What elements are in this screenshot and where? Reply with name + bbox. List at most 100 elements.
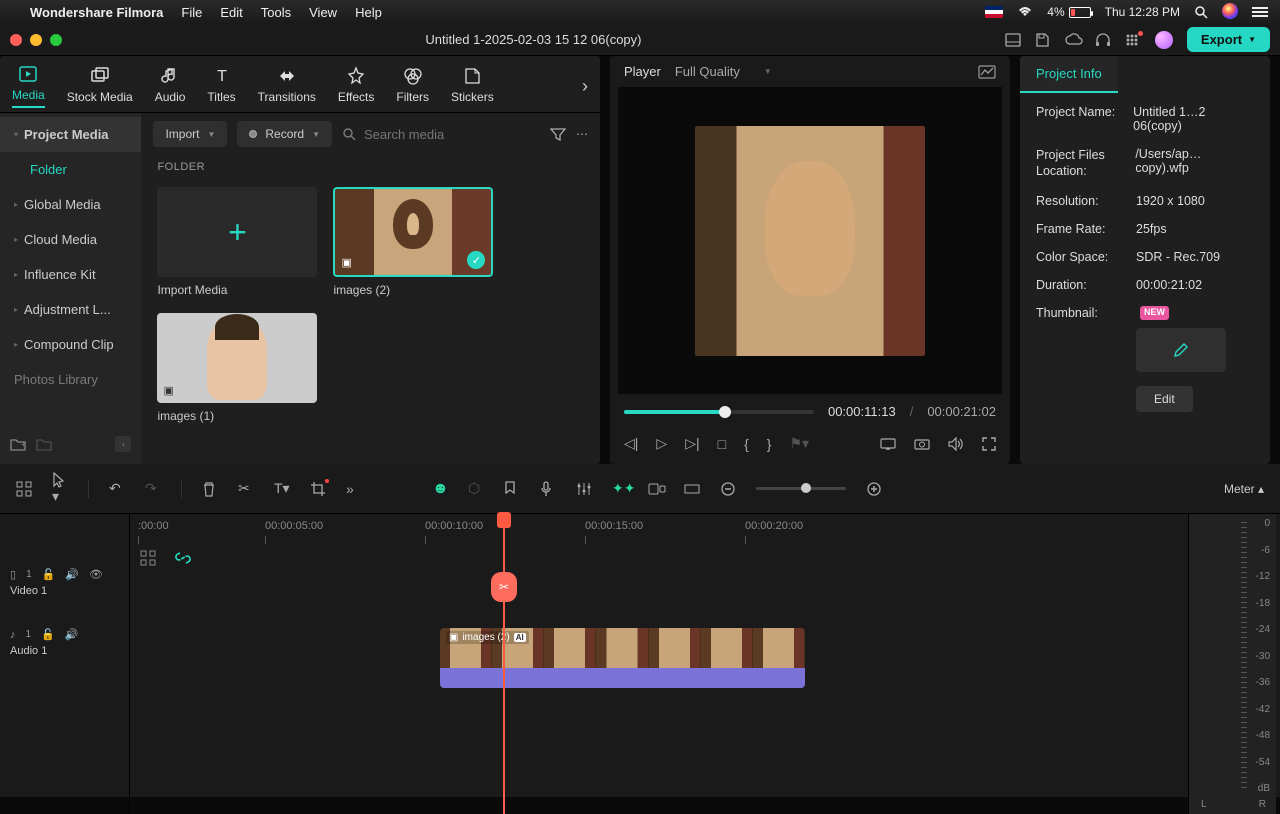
tab-titles[interactable]: TTitles — [207, 66, 235, 108]
menu-file[interactable]: File — [181, 5, 202, 20]
timeline-main[interactable]: :00:00 00:00:05:00 00:00:10:00 00:00:15:… — [130, 514, 1188, 814]
sidebar-photos-library[interactable]: Photos Library — [0, 362, 141, 397]
tab-stock-media[interactable]: Stock Media — [67, 66, 133, 108]
split-handle-icon[interactable]: ✂ — [491, 572, 517, 602]
mute-icon[interactable]: 🔊 — [65, 568, 79, 581]
clip-audio-lane[interactable] — [440, 668, 805, 688]
mark-out-button[interactable]: } — [767, 436, 772, 452]
media-item-images-2[interactable]: ▣ ✓ images (2) — [333, 187, 493, 297]
color-tool-icon[interactable]: ⬡ — [468, 480, 484, 497]
delete-button[interactable] — [202, 481, 218, 497]
text-tool-icon[interactable]: T▾ — [274, 480, 290, 497]
tab-project-info[interactable]: Project Info — [1020, 56, 1118, 93]
video-track-header[interactable]: ▯1 🔓 🔊 👁 Video 1 — [0, 564, 129, 624]
sidebar-compound-clip[interactable]: ▸Compound Clip — [0, 327, 141, 362]
sidebar-global-media[interactable]: ▸Global Media — [0, 187, 141, 222]
sidebar-influence-kit[interactable]: ▸Influence Kit — [0, 257, 141, 292]
apps-grid-icon[interactable] — [1125, 33, 1141, 47]
fullscreen-button[interactable] — [982, 437, 996, 451]
snapshot-button[interactable] — [914, 438, 930, 450]
import-media-tile[interactable]: + Import Media — [157, 187, 317, 297]
tab-effects[interactable]: Effects — [338, 66, 374, 108]
app-name[interactable]: Wondershare Filmora — [30, 5, 163, 20]
menu-help[interactable]: Help — [355, 5, 382, 20]
record-dropdown[interactable]: Record▼ — [237, 121, 332, 147]
zoom-out-button[interactable] — [720, 481, 736, 497]
aspect-ratio-icon[interactable] — [684, 484, 700, 494]
audio-mixer-icon[interactable] — [576, 482, 592, 496]
timeline-layout-icon[interactable] — [16, 481, 32, 497]
next-frame-button[interactable]: ▷| — [685, 435, 699, 452]
minimize-window-button[interactable] — [30, 34, 42, 46]
tab-stickers[interactable]: Stickers — [451, 66, 494, 108]
new-folder-icon[interactable]: + — [10, 437, 26, 451]
link-tracks-icon[interactable] — [174, 552, 192, 564]
tab-filters[interactable]: Filters — [396, 66, 429, 108]
export-button[interactable]: Export▼ — [1187, 27, 1270, 52]
redo-button[interactable]: ↷ — [145, 480, 161, 497]
playhead[interactable]: ✂ — [503, 514, 505, 814]
display-mode-button[interactable] — [880, 438, 896, 450]
import-dropdown[interactable]: Import▼ — [153, 121, 227, 147]
audio-track-header[interactable]: ♪1 🔓 🔊 Audio 1 — [0, 624, 129, 684]
spotlight-icon[interactable] — [1194, 5, 1208, 19]
crop-tool-icon[interactable] — [310, 481, 326, 497]
tab-transitions[interactable]: Transitions — [258, 66, 316, 108]
siri-icon[interactable] — [1222, 3, 1238, 22]
filter-icon[interactable] — [550, 127, 566, 141]
lock-icon[interactable]: 🔓 — [42, 568, 56, 581]
select-tool-icon[interactable]: ▾ — [52, 472, 68, 505]
analytics-icon[interactable] — [978, 65, 996, 79]
timeline-clip[interactable]: ▣images (2)AI — [440, 628, 805, 688]
zoom-slider[interactable] — [756, 487, 846, 490]
timeline-grid-icon[interactable] — [140, 550, 156, 566]
meter-toggle[interactable]: Meter ▴ — [1224, 482, 1264, 496]
undo-button[interactable]: ↶ — [109, 480, 125, 497]
mark-in-button[interactable]: { — [744, 436, 749, 452]
marker-tool-icon[interactable] — [504, 481, 520, 497]
quality-dropdown[interactable]: Full Quality▼ — [675, 64, 772, 79]
control-center-icon[interactable] — [1252, 6, 1268, 18]
thumbnail-edit-tile[interactable] — [1136, 328, 1226, 372]
timeline-ruler[interactable]: :00:00 00:00:05:00 00:00:10:00 00:00:15:… — [130, 514, 1188, 544]
clock[interactable]: Thu 12:28 PM — [1105, 5, 1180, 19]
split-button[interactable]: ✂ — [238, 480, 254, 497]
menu-tools[interactable]: Tools — [261, 5, 291, 20]
progress-bar[interactable] — [624, 410, 814, 414]
sidebar-project-media[interactable]: ▾Project Media — [0, 117, 141, 152]
menu-view[interactable]: View — [309, 5, 337, 20]
sidebar-adjustment-layer[interactable]: ▸Adjustment L... — [0, 292, 141, 327]
player-preview[interactable] — [618, 87, 1002, 394]
menu-edit[interactable]: Edit — [220, 5, 242, 20]
sidebar-folder[interactable]: Folder — [0, 152, 141, 187]
user-avatar[interactable] — [1155, 31, 1173, 49]
visibility-icon[interactable]: 👁 — [89, 568, 103, 581]
lock-icon[interactable]: 🔓 — [41, 628, 55, 641]
tab-media[interactable]: Media — [12, 64, 45, 108]
render-preview-icon[interactable] — [648, 483, 664, 495]
input-flag-icon[interactable] — [985, 6, 1003, 18]
save-icon[interactable] — [1035, 33, 1051, 47]
cloud-icon[interactable] — [1065, 33, 1081, 47]
tab-audio[interactable]: Audio — [155, 66, 186, 108]
zoom-in-button[interactable] — [866, 481, 882, 497]
edit-button[interactable]: Edit — [1136, 386, 1193, 412]
search-input[interactable] — [364, 127, 540, 142]
play-button[interactable]: ▷ — [656, 435, 667, 452]
ai-tool-icon[interactable]: ☻ — [432, 480, 448, 498]
folder-icon[interactable] — [36, 437, 52, 451]
close-window-button[interactable] — [10, 34, 22, 46]
collapse-sidebar-button[interactable]: ‹ — [115, 436, 131, 452]
sidebar-cloud-media[interactable]: ▸Cloud Media — [0, 222, 141, 257]
layout-icon[interactable] — [1005, 33, 1021, 47]
zoom-window-button[interactable] — [50, 34, 62, 46]
battery-status[interactable]: 4% — [1047, 5, 1090, 19]
mute-icon[interactable]: 🔊 — [65, 628, 79, 641]
more-icon[interactable]: ⋯ — [576, 127, 588, 141]
wifi-icon[interactable] — [1017, 6, 1033, 18]
more-tools-icon[interactable]: » — [346, 481, 362, 497]
stop-button[interactable]: □ — [718, 436, 726, 452]
prev-frame-button[interactable]: ◁| — [624, 435, 638, 452]
auto-beat-icon[interactable]: ✦✦ — [612, 480, 628, 497]
tabs-overflow-icon[interactable]: › — [582, 76, 588, 97]
